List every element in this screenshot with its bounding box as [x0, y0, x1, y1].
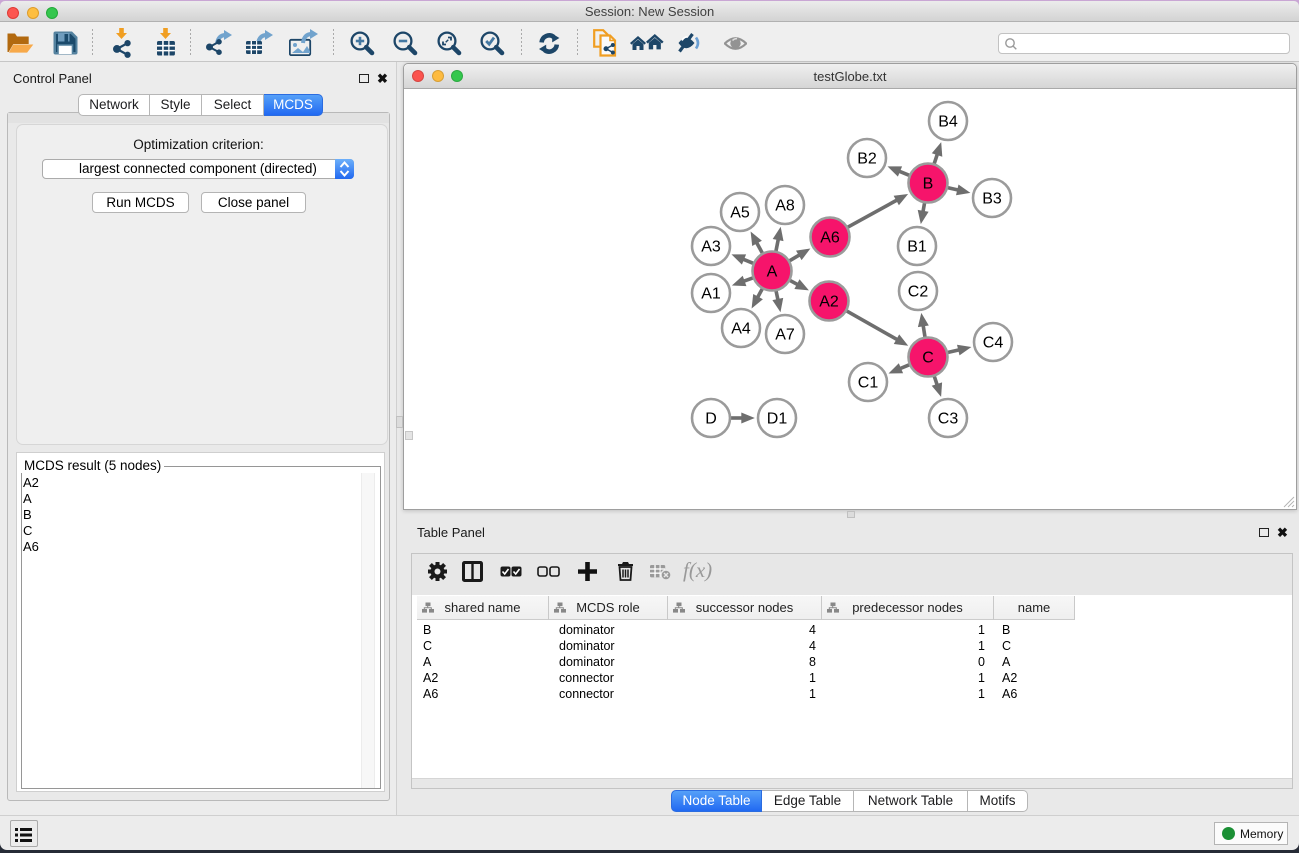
svg-text:A8: A8 [775, 198, 795, 215]
svg-text:A: A [767, 264, 778, 281]
svg-text:D1: D1 [767, 411, 788, 428]
svg-text:B: B [923, 176, 934, 193]
svg-text:A6: A6 [820, 230, 840, 247]
svg-text:A1: A1 [701, 286, 721, 303]
svg-text:B1: B1 [907, 239, 927, 256]
svg-text:A2: A2 [819, 294, 839, 311]
svg-text:C: C [922, 350, 934, 367]
svg-text:D: D [705, 411, 717, 428]
svg-text:A5: A5 [730, 205, 750, 222]
svg-text:B3: B3 [982, 191, 1002, 208]
svg-text:B2: B2 [857, 151, 877, 168]
svg-text:A4: A4 [731, 321, 751, 338]
svg-text:C3: C3 [938, 411, 959, 428]
svg-text:A7: A7 [775, 327, 795, 344]
svg-text:C1: C1 [858, 375, 879, 392]
svg-text:B4: B4 [938, 114, 958, 131]
svg-text:C2: C2 [908, 284, 929, 301]
svg-text:A3: A3 [701, 239, 721, 256]
svg-text:C4: C4 [983, 335, 1004, 352]
